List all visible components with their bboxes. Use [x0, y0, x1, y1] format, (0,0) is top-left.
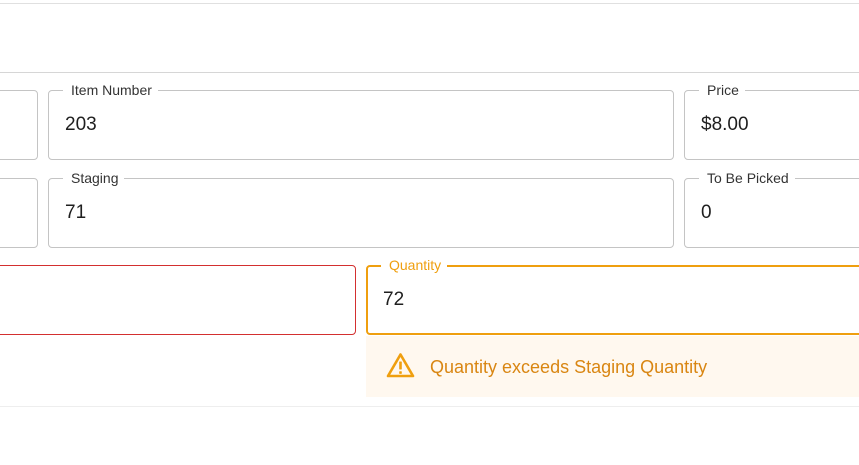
staging-field[interactable]: Staging 71: [48, 169, 674, 248]
staging-value: 71: [65, 202, 87, 223]
card-bottom-border: [0, 406, 859, 407]
item-number-label: Item Number: [63, 81, 158, 99]
quantity-label: Quantity: [381, 256, 448, 274]
warning-triangle-icon: [386, 353, 415, 378]
staging-label: Staging: [63, 169, 125, 187]
to-be-picked-label: To Be Picked: [699, 169, 795, 187]
to-be-picked-value: 0: [701, 202, 712, 223]
alert-message: Quantity exceeds Staging Quantity: [430, 357, 708, 377]
error-field[interactable]: [0, 265, 356, 335]
price-value: $8.00: [701, 114, 749, 135]
product-form-panel: Item Number 203 Price $8.00 Staging 71 T…: [0, 0, 859, 465]
left-field-row1[interactable]: [0, 90, 38, 160]
price-label: Price: [699, 81, 745, 99]
price-field[interactable]: Price $8.00: [684, 81, 859, 160]
card-top-border: [0, 72, 859, 73]
left-field-row2[interactable]: [0, 178, 38, 248]
quantity-input[interactable]: 72: [383, 288, 404, 312]
item-number-field[interactable]: Item Number 203: [48, 81, 674, 160]
quantity-warning-alert: Quantity exceeds Staging Quantity: [366, 336, 859, 397]
item-number-value: 203: [65, 114, 97, 135]
top-divider: [0, 3, 859, 4]
quantity-field[interactable]: Quantity 72: [366, 256, 859, 335]
to-be-picked-field[interactable]: To Be Picked 0: [684, 169, 859, 248]
